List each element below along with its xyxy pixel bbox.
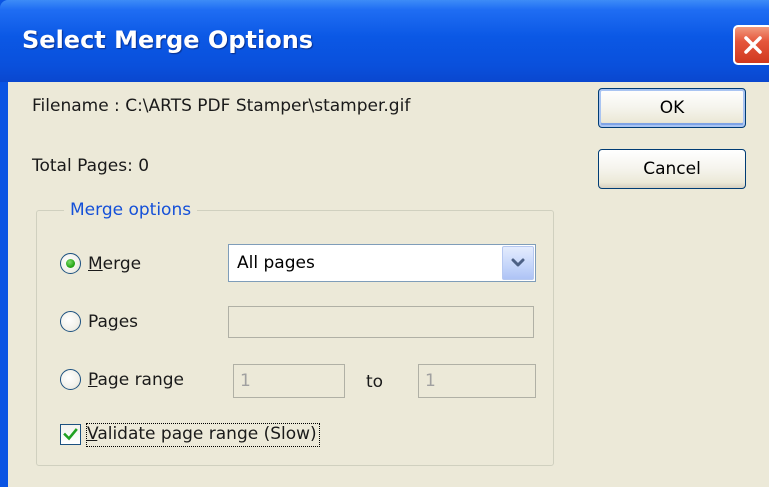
total-pages-label: Total Pages: 0 [32,156,150,176]
close-button[interactable] [733,25,769,65]
cancel-button[interactable]: Cancel [598,149,746,189]
radio-selected-dot [66,259,75,268]
dialog-client-area: Filename : C:\ARTS PDF Stamper\stamper.g… [8,82,769,487]
pages-input[interactable] [228,306,534,338]
page-range-radio[interactable] [60,369,81,390]
merge-dropdown-value: All pages [237,253,315,273]
validate-page-range-label[interactable]: Validate page range (Slow) [86,423,320,447]
page-range-from-input[interactable]: 1 [233,364,345,398]
page-range-radio-label[interactable]: Page range [88,370,184,390]
page-range-to-label: to [366,372,384,392]
validate-page-range-checkbox[interactable] [60,424,81,445]
close-icon [744,36,762,54]
checkmark-icon [63,428,78,441]
chevron-down-icon [511,258,525,267]
merge-radio-label[interactable]: Merge [88,254,141,274]
select-merge-options-dialog: Select Merge Options Filename : C:\ARTS … [0,0,769,487]
filename-label: Filename : C:\ARTS PDF Stamper\stamper.g… [32,96,411,116]
dropdown-button[interactable] [502,246,534,280]
pages-radio[interactable] [60,311,81,332]
title-bar[interactable]: Select Merge Options [0,0,769,82]
merge-dropdown[interactable]: All pages [228,244,536,282]
window-title: Select Merge Options [22,26,314,54]
merge-options-group-label: Merge options [64,200,198,220]
ok-button[interactable]: OK [598,88,746,128]
merge-radio[interactable] [60,253,81,274]
page-range-to-input[interactable]: 1 [418,364,536,398]
pages-radio-label[interactable]: Pages [88,312,138,332]
